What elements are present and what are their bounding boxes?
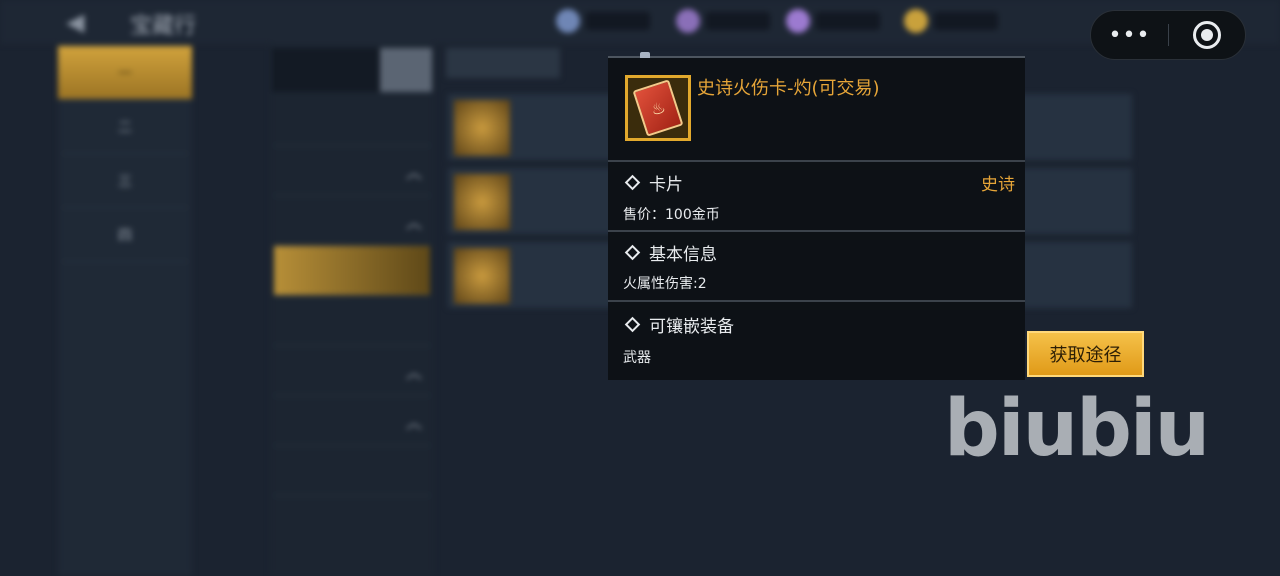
acquire-way-button[interactable]: 获取途径 (1027, 331, 1144, 377)
chevron-up-icon: ︿ (405, 162, 422, 182)
item-thumbnail (454, 100, 510, 156)
item-thumbnail (454, 248, 510, 304)
filter-tag[interactable] (446, 48, 560, 78)
close-button[interactable] (1169, 21, 1245, 49)
target-ring-icon (1192, 21, 1221, 49)
left-nav: 一 二 三 四 (58, 44, 192, 576)
top-bar: ◀ 宝藏行 (0, 0, 1280, 44)
category-item[interactable]: ︿ (274, 146, 430, 196)
item-header: ♨ 史诗火伤卡-灼(可交易) (608, 58, 1025, 162)
section-title-text: 基本信息 (649, 245, 717, 265)
resource-2 (676, 8, 770, 34)
resource-1 (556, 8, 650, 34)
category-item[interactable] (274, 296, 430, 346)
chevron-up-icon: ︿ (405, 412, 422, 432)
search-button[interactable] (380, 48, 432, 92)
basic-info-section: 基本信息 火属性伤害:2 (608, 232, 1025, 302)
item-detail-panel: ♨ 史诗火伤卡-灼(可交易) 卡片 史诗 售价：100金币 基本信息 火属性伤害… (608, 52, 1025, 382)
resource-icon (904, 9, 928, 33)
left-nav-item[interactable]: 四 (62, 208, 188, 262)
back-arrow-icon[interactable]: ◀ (66, 8, 84, 36)
equip-section-title: 可镶嵌装备 (624, 312, 734, 337)
resource-icon (676, 9, 700, 33)
resource-bar (934, 12, 998, 30)
category-item-active[interactable] (274, 246, 430, 296)
watermark-logo: biubiu (944, 384, 1210, 474)
diamond-icon (624, 316, 641, 333)
more-dots-icon[interactable]: ••• (1091, 23, 1168, 48)
left-nav-item[interactable]: 三 (62, 154, 188, 208)
section-title-text: 卡片 (649, 175, 683, 195)
section-title-text: 可镶嵌装备 (649, 317, 734, 337)
chevron-up-icon: ︿ (405, 362, 422, 382)
price-text: 售价：100金币 (623, 207, 720, 223)
equip-section: 可镶嵌装备 武器 (608, 302, 1025, 382)
category-list: ︿ ︿ ︿ ︿ (270, 44, 434, 576)
search-input[interactable] (272, 48, 380, 92)
ring-dot (1200, 29, 1213, 41)
resource-icon (786, 9, 810, 33)
category-item[interactable] (274, 96, 430, 146)
resource-bar (706, 12, 770, 30)
left-nav-item[interactable]: 一 (58, 46, 192, 100)
left-nav-item[interactable]: 二 (62, 100, 188, 154)
attribute-text: 火属性伤害:2 (623, 276, 707, 292)
category-search (272, 48, 432, 92)
item-thumbnail (454, 174, 510, 230)
chevron-up-icon: ︿ (405, 212, 422, 232)
resource-bar (816, 12, 880, 30)
category-item[interactable]: ︿ (274, 196, 430, 246)
rarity-label: 史诗 (981, 175, 1015, 195)
item-name: 史诗火伤卡-灼(可交易) (697, 78, 880, 99)
category-item[interactable]: ︿ (274, 346, 430, 396)
category-item[interactable] (274, 446, 430, 496)
category-item[interactable]: ︿ (274, 396, 430, 446)
shop-title: 宝藏行 (130, 14, 197, 39)
resource-4 (904, 8, 998, 34)
card-section-title: 卡片 (624, 170, 683, 195)
resource-icon (556, 9, 580, 33)
miniprogram-capsule: ••• (1090, 10, 1246, 60)
basic-info-title: 基本信息 (624, 240, 717, 265)
resource-3 (786, 8, 880, 34)
fire-card-icon: ♨ (632, 79, 684, 137)
item-icon-frame: ♨ (625, 75, 691, 141)
resource-bar (586, 12, 650, 30)
diamond-icon (624, 244, 641, 261)
equip-value: 武器 (623, 350, 651, 366)
card-section: 卡片 史诗 售价：100金币 (608, 162, 1025, 232)
diamond-icon (624, 174, 641, 191)
